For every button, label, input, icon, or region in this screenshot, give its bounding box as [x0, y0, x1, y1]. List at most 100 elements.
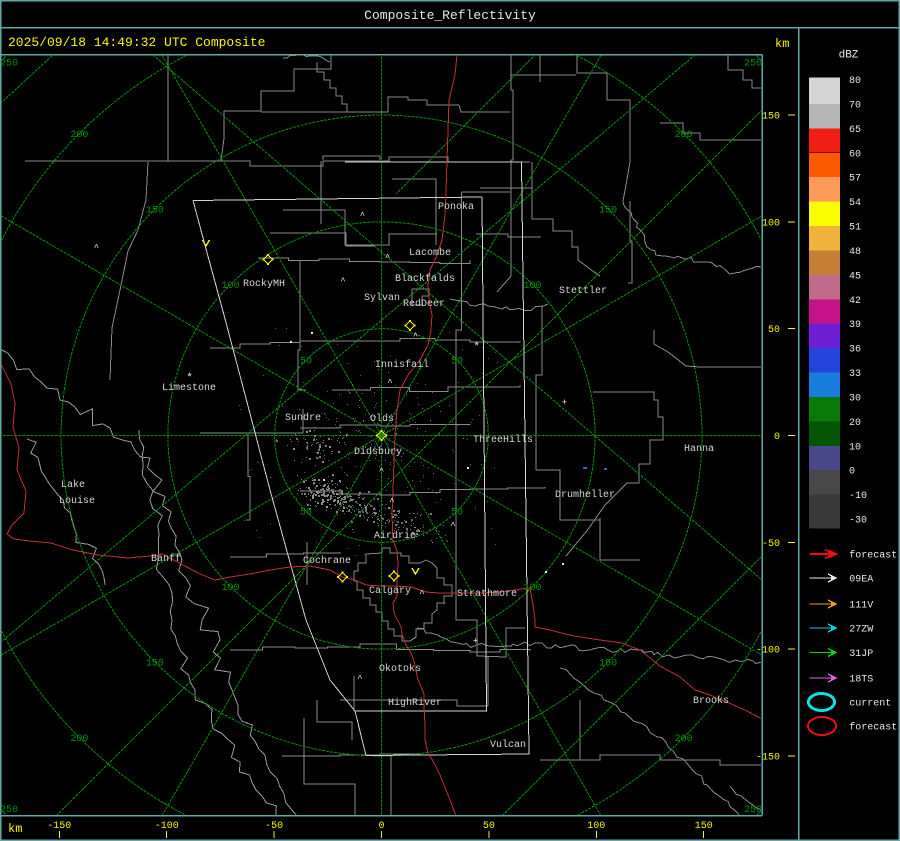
svg-text:48: 48: [849, 247, 861, 258]
svg-text:Vulcan: Vulcan: [490, 739, 526, 751]
svg-text:*: *: [186, 373, 193, 385]
svg-text:*: *: [473, 341, 480, 353]
svg-text:150: 150: [146, 659, 164, 670]
svg-text:27ZW: 27ZW: [849, 625, 873, 636]
svg-text:0: 0: [774, 432, 780, 443]
svg-text:150: 150: [599, 659, 617, 670]
svg-text:forecast: forecast: [849, 550, 897, 562]
svg-text:^: ^: [413, 332, 418, 342]
svg-text:km: km: [8, 822, 22, 836]
svg-text:^: ^: [357, 674, 362, 684]
svg-text:RockyMH: RockyMH: [243, 278, 285, 290]
svg-text:^: ^: [389, 497, 394, 507]
svg-text:-10: -10: [849, 491, 867, 502]
svg-text:20: 20: [849, 418, 861, 429]
svg-text:Sylvan: Sylvan: [364, 292, 400, 304]
svg-text:250: 250: [0, 59, 18, 70]
svg-text:50: 50: [300, 508, 312, 519]
svg-text:Okotoks: Okotoks: [379, 663, 421, 675]
svg-text:100: 100: [523, 583, 541, 594]
svg-text:51: 51: [849, 223, 861, 234]
svg-text:57: 57: [849, 174, 861, 185]
svg-text:Hanna: Hanna: [684, 444, 714, 455]
svg-text:50: 50: [483, 821, 495, 832]
svg-text:100: 100: [221, 583, 239, 594]
svg-text:45: 45: [849, 271, 861, 282]
svg-text:09EA: 09EA: [849, 575, 873, 586]
svg-text:Cochrane: Cochrane: [303, 555, 351, 567]
svg-text:70: 70: [849, 100, 861, 111]
svg-text:60: 60: [849, 149, 861, 160]
svg-text:200: 200: [70, 130, 88, 141]
svg-text:50: 50: [451, 357, 463, 368]
svg-text:80: 80: [849, 76, 861, 87]
svg-text:Stettler: Stettler: [559, 285, 607, 297]
svg-text:54: 54: [849, 198, 861, 209]
svg-text:250: 250: [0, 805, 18, 816]
svg-text:42: 42: [849, 296, 861, 307]
svg-text:^: ^: [385, 253, 390, 263]
svg-text:111V: 111V: [849, 601, 873, 612]
svg-text:Olds: Olds: [370, 413, 394, 425]
svg-text:18TS: 18TS: [849, 675, 873, 686]
svg-text:^: ^: [379, 467, 384, 477]
svg-text:0: 0: [849, 467, 855, 478]
svg-text:30: 30: [849, 394, 861, 405]
svg-text:Brooks: Brooks: [693, 695, 729, 707]
svg-text:100: 100: [587, 821, 605, 832]
svg-text:Composite_Reflectivity: Composite_Reflectivity: [364, 8, 536, 23]
svg-text:forecast: forecast: [849, 722, 897, 734]
svg-text:Strathmore: Strathmore: [457, 588, 517, 600]
svg-text:33: 33: [849, 369, 861, 380]
svg-text:^: ^: [450, 521, 455, 531]
svg-text:Banff: Banff: [151, 553, 181, 565]
svg-text:-100: -100: [155, 821, 179, 832]
svg-text:-100: -100: [756, 646, 780, 657]
svg-text:Ponoka: Ponoka: [438, 201, 474, 213]
svg-text:^: ^: [360, 211, 365, 221]
svg-text:^: ^: [340, 277, 345, 287]
svg-text:150: 150: [695, 821, 713, 832]
svg-text:+: +: [473, 637, 478, 647]
svg-text:200: 200: [70, 734, 88, 745]
svg-text:50: 50: [768, 325, 780, 336]
svg-text:31JP: 31JP: [849, 649, 873, 660]
svg-text:2025/09/18 14:49:32 UTC Compos: 2025/09/18 14:49:32 UTC Composite: [8, 35, 265, 50]
svg-text:50: 50: [300, 357, 312, 368]
svg-text:150: 150: [146, 205, 164, 216]
svg-text:-150: -150: [756, 752, 780, 763]
svg-text:^: ^: [94, 243, 99, 253]
svg-text:200: 200: [675, 734, 693, 745]
svg-text:150: 150: [599, 205, 617, 216]
svg-text:Airdrie: Airdrie: [374, 530, 416, 542]
svg-text:100: 100: [762, 218, 780, 229]
svg-text:10: 10: [849, 442, 861, 453]
svg-text:HighRiver: HighRiver: [388, 697, 442, 709]
svg-text:100: 100: [523, 281, 541, 292]
svg-text:65: 65: [849, 125, 861, 136]
svg-text:39: 39: [849, 320, 861, 331]
svg-text:Innisfail: Innisfail: [375, 359, 429, 371]
svg-text:Lake: Lake: [61, 479, 85, 491]
svg-text:+: +: [562, 398, 567, 408]
svg-text:-30: -30: [849, 516, 867, 527]
svg-text:km: km: [775, 37, 789, 51]
svg-text:Drumheller: Drumheller: [555, 489, 615, 501]
svg-text:Lacombe: Lacombe: [409, 247, 451, 259]
svg-text:^: ^: [419, 589, 424, 599]
svg-text:250: 250: [744, 59, 762, 70]
svg-text:150: 150: [762, 112, 780, 123]
svg-text:36: 36: [849, 345, 861, 356]
svg-text:current: current: [849, 699, 891, 710]
svg-text:200: 200: [675, 130, 693, 141]
svg-text:dBZ: dBZ: [839, 50, 859, 62]
svg-text:RedDeer: RedDeer: [403, 298, 445, 310]
svg-text:250: 250: [744, 805, 762, 816]
svg-text:0: 0: [378, 821, 384, 832]
svg-text:^: ^: [387, 378, 392, 388]
svg-text:Sundre: Sundre: [285, 412, 321, 424]
svg-text:-50: -50: [265, 821, 283, 832]
svg-text:-150: -150: [47, 821, 71, 832]
svg-text:Calgary: Calgary: [369, 585, 411, 597]
svg-text:Blackfalds: Blackfalds: [395, 273, 455, 285]
